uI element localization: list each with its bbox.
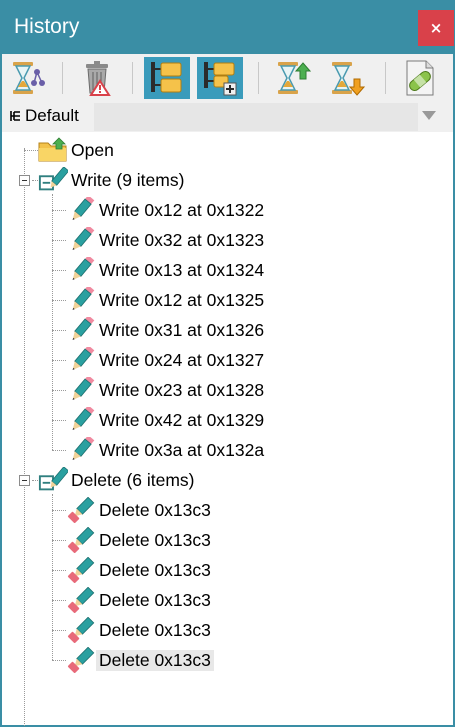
tree-connector <box>52 450 66 451</box>
pin-icon <box>10 111 20 121</box>
tree-item-write[interactable]: Write 0x24 at 0x1327 <box>66 346 267 374</box>
tree-root-open-label: Open <box>71 139 114 160</box>
tree-group-delete-label: Delete (6 items) <box>71 469 195 490</box>
history-tree: Open Write (9 items) Write 0x12 at 0x1322 W… <box>2 134 453 727</box>
pencil-icon <box>66 436 96 464</box>
tree-item-write-label: Write 0x12 at 0x1322 <box>99 199 265 220</box>
eraser-icon <box>66 646 96 674</box>
tree-item-write[interactable]: Write 0x12 at 0x1325 <box>66 286 267 314</box>
tree-item-delete-label: Delete 0x13c3 <box>99 589 211 610</box>
tree-item-write-label: Write 0x3a at 0x132a <box>99 439 265 460</box>
branch-dropdown[interactable] <box>94 103 418 131</box>
collapse-toggle[interactable] <box>19 175 30 186</box>
tree-item-write[interactable]: Write 0x32 at 0x1323 <box>66 226 267 254</box>
pencil-icon <box>66 256 96 284</box>
tree-item-delete[interactable]: Delete 0x13c3 <box>66 496 214 524</box>
default-branch-label: Default <box>8 106 79 126</box>
toolbar <box>2 54 453 102</box>
window-title: History <box>14 15 80 38</box>
tree-connector <box>52 494 53 660</box>
hourglass-tree-icon[interactable] <box>5 57 51 99</box>
tree-item-write-label: Write 0x13 at 0x1324 <box>99 259 265 280</box>
tree-group-write[interactable]: Write (9 items) <box>38 166 187 194</box>
collapse-toggle[interactable] <box>19 475 30 486</box>
tree-item-delete[interactable]: Delete 0x13c3 <box>66 526 214 554</box>
tree-item-write[interactable]: Write 0x13 at 0x1324 <box>66 256 267 284</box>
pencil-icon <box>66 406 96 434</box>
eraser-icon <box>66 586 96 614</box>
pencil-icon <box>66 196 96 224</box>
tree-connector <box>52 270 66 271</box>
trash-icon[interactable] <box>75 57 121 99</box>
tree-connector <box>24 150 38 151</box>
pencil-icon <box>66 226 96 254</box>
group-edit-icon <box>38 166 68 194</box>
patch-icon[interactable] <box>397 57 443 99</box>
title-bar[interactable]: History × <box>2 0 454 54</box>
pencil-icon <box>66 376 96 404</box>
branch-view-icon[interactable] <box>144 57 190 99</box>
tree-item-delete-label: Delete 0x13c3 <box>96 649 214 671</box>
tree-connector <box>52 240 66 241</box>
tree-item-delete-label: Delete 0x13c3 <box>99 619 211 640</box>
tree-connector <box>52 420 66 421</box>
tree-item-delete[interactable]: Delete 0x13c3 <box>66 646 214 674</box>
tree-group-delete[interactable]: Delete (6 items) <box>38 466 198 494</box>
history-branch-selector: Default <box>2 102 453 132</box>
tree-connector <box>52 210 66 211</box>
tree-connector <box>52 360 66 361</box>
tree-connector <box>52 510 66 511</box>
tree-connector <box>52 390 66 391</box>
tree-connector <box>52 194 53 450</box>
eraser-icon <box>66 556 96 584</box>
tree-item-write-label: Write 0x31 at 0x1326 <box>99 319 265 340</box>
tree-connector <box>52 660 66 661</box>
branch-add-icon[interactable] <box>197 57 243 99</box>
pencil-icon <box>66 286 96 314</box>
tree-connector <box>52 600 66 601</box>
tree-item-delete[interactable]: Delete 0x13c3 <box>66 586 214 614</box>
tree-item-write[interactable]: Write 0x31 at 0x1326 <box>66 316 267 344</box>
tree-connector <box>52 540 66 541</box>
group-edit-icon <box>38 466 68 494</box>
pencil-icon <box>66 316 96 344</box>
tree-connector <box>52 330 66 331</box>
tree-item-write-label: Write 0x12 at 0x1325 <box>99 289 265 310</box>
tree-item-write[interactable]: Write 0x3a at 0x132a <box>66 436 267 464</box>
tree-item-delete-label: Delete 0x13c3 <box>99 499 211 520</box>
tree-connector <box>52 570 66 571</box>
tree-item-delete-label: Delete 0x13c3 <box>99 559 211 580</box>
pencil-icon <box>66 346 96 374</box>
tree-group-write-label: Write (9 items) <box>71 169 185 190</box>
panel-content: Default Open Write (9 items) Write 0x12 at… <box>2 54 453 727</box>
tree-item-write[interactable]: Write 0x12 at 0x1322 <box>66 196 267 224</box>
tree-item-write[interactable]: Write 0x42 at 0x1329 <box>66 406 267 434</box>
dropdown-label: Default <box>25 106 79 125</box>
close-button[interactable]: × <box>418 10 454 46</box>
redo-icon[interactable] <box>324 57 370 99</box>
eraser-icon <box>66 616 96 644</box>
tree-root-open[interactable]: Open <box>38 136 117 164</box>
tree-connector <box>24 148 25 727</box>
eraser-icon <box>66 496 96 524</box>
tree-item-delete[interactable]: Delete 0x13c3 <box>66 616 214 644</box>
history-window: History × Default Open Write (9 items) W… <box>0 0 455 727</box>
tree-item-write[interactable]: Write 0x23 at 0x1328 <box>66 376 267 404</box>
tree-item-write-label: Write 0x24 at 0x1327 <box>99 349 265 370</box>
chevron-down-icon[interactable] <box>422 111 436 120</box>
tree-item-write-label: Write 0x42 at 0x1329 <box>99 409 265 430</box>
tree-item-write-label: Write 0x23 at 0x1328 <box>99 379 265 400</box>
folder-open-icon <box>38 136 68 164</box>
tree-connector <box>52 300 66 301</box>
eraser-icon <box>66 526 96 554</box>
tree-item-delete[interactable]: Delete 0x13c3 <box>66 556 214 584</box>
tree-item-delete-label: Delete 0x13c3 <box>99 529 211 550</box>
undo-icon[interactable] <box>270 57 316 99</box>
tree-item-write-label: Write 0x32 at 0x1323 <box>99 229 265 250</box>
tree-connector <box>52 630 66 631</box>
